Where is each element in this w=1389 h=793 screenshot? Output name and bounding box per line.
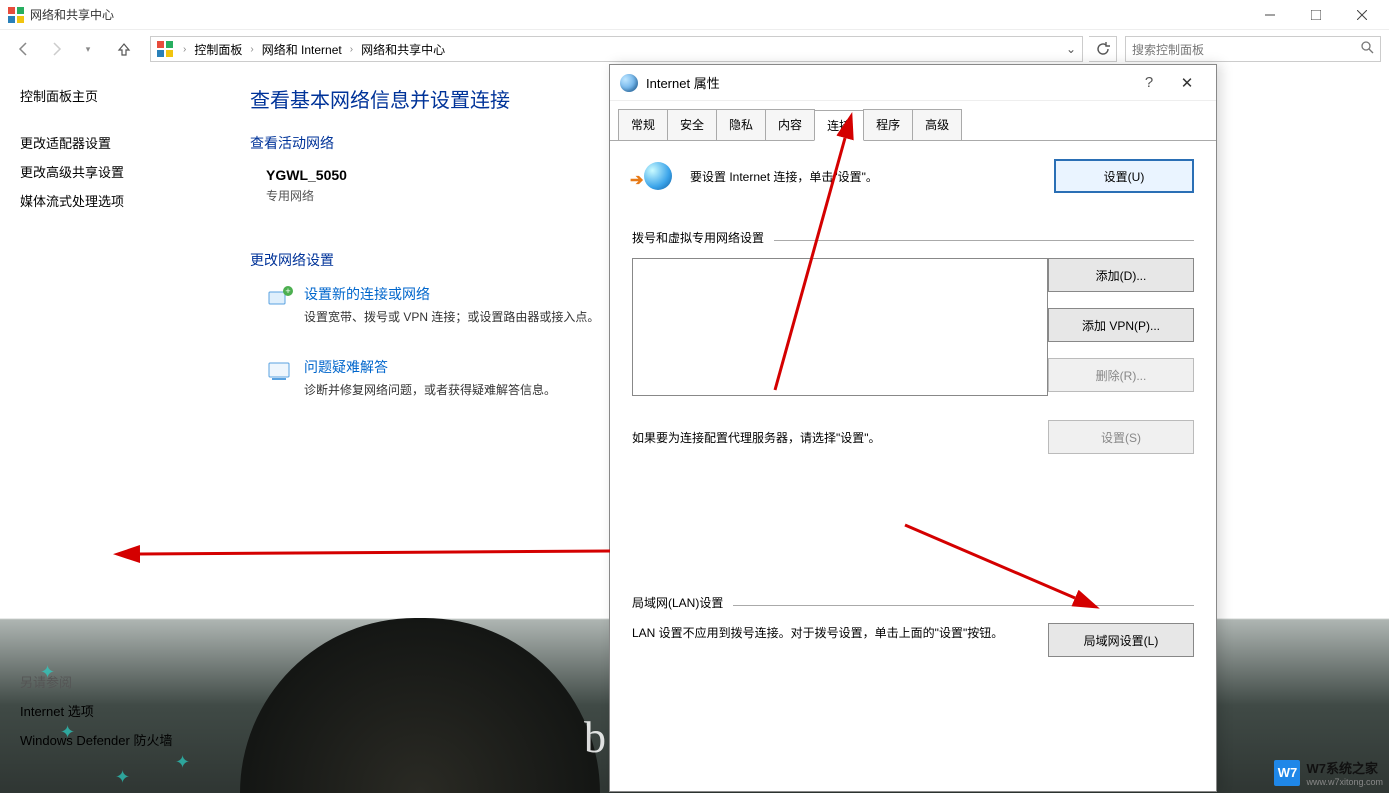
proxy-text: 如果要为连接配置代理服务器，请选择"设置"。 xyxy=(632,429,1048,446)
close-button[interactable] xyxy=(1339,0,1385,30)
control-panel-home-link[interactable]: 控制面板主页 xyxy=(20,86,220,105)
search-box[interactable]: 搜索控制面板 xyxy=(1125,36,1381,62)
dialup-group-label: 拨号和虚拟专用网络设置 xyxy=(632,229,764,246)
tab-advanced[interactable]: 高级 xyxy=(912,109,962,140)
nav-back-button[interactable] xyxy=(8,34,40,64)
search-icon xyxy=(1361,41,1374,57)
troubleshoot-icon xyxy=(266,357,294,385)
watermark: W7 W7系统之家 www.w7xitong.com xyxy=(1274,758,1383,787)
tab-connections[interactable]: 连接 xyxy=(814,110,864,141)
setup-connection-link[interactable]: 设置新的连接或网络 xyxy=(304,284,599,304)
nav-forward-button[interactable] xyxy=(40,34,72,64)
sidebar-adapter-settings[interactable]: 更改适配器设置 xyxy=(20,133,220,152)
lan-text: LAN 设置不应用到拨号连接。对于拨号设置，单击上面的"设置"按钮。 xyxy=(632,623,1048,657)
sidebar-internet-options-label: Internet 选项 xyxy=(20,701,94,720)
dialup-listbox[interactable] xyxy=(632,258,1048,396)
search-placeholder: 搜索控制面板 xyxy=(1132,41,1361,58)
settings-button: 设置(S) xyxy=(1048,420,1194,454)
sidebar: 控制面板主页 更改适配器设置 更改高级共享设置 媒体流式处理选项 另请参阅 In… xyxy=(0,68,240,793)
tab-row: 常规 安全 隐私 内容 连接 程序 高级 xyxy=(610,101,1216,141)
lan-settings-button[interactable]: 局域网设置(L) xyxy=(1048,623,1194,657)
breadcrumb-sep: › xyxy=(344,44,359,55)
breadcrumb-sep: › xyxy=(244,44,259,55)
minimize-button[interactable] xyxy=(1247,0,1293,30)
divider xyxy=(733,605,1194,606)
tab-privacy[interactable]: 隐私 xyxy=(716,109,766,140)
see-also-label: 另请参阅 xyxy=(20,672,220,691)
setup-button[interactable]: 设置(U) xyxy=(1054,159,1194,193)
add-vpn-button[interactable]: 添加 VPN(P)... xyxy=(1048,308,1194,342)
dialog-title: Internet 属性 xyxy=(646,73,720,92)
nav-up-button[interactable] xyxy=(108,34,140,64)
divider xyxy=(774,240,1194,241)
add-button[interactable]: 添加(D)... xyxy=(1048,258,1194,292)
breadcrumb-dropdown[interactable]: ⌄ xyxy=(1062,37,1080,61)
titlebar: 网络和共享中心 xyxy=(0,0,1389,30)
maximize-button[interactable] xyxy=(1293,0,1339,30)
troubleshoot-link[interactable]: 问题疑难解答 xyxy=(304,357,556,377)
setup-connection-desc: 设置宽带、拨号或 VPN 连接；或设置路由器或接入点。 xyxy=(304,308,599,325)
lan-group-label: 局域网(LAN)设置 xyxy=(632,594,723,611)
tab-general[interactable]: 常规 xyxy=(618,109,668,140)
setup-connection-icon: + xyxy=(266,284,294,312)
globe-icon xyxy=(620,74,638,92)
breadcrumb-item-0[interactable]: 控制面板 xyxy=(192,41,244,58)
watermark-url: www.w7xitong.com xyxy=(1306,777,1383,787)
control-panel-icon xyxy=(8,7,24,23)
control-panel-icon xyxy=(157,41,173,57)
tab-security[interactable]: 安全 xyxy=(667,109,717,140)
breadcrumb[interactable]: › 控制面板 › 网络和 Internet › 网络和共享中心 ⌄ xyxy=(150,36,1083,62)
dialog-close-button[interactable]: ✕ xyxy=(1168,74,1206,92)
setup-text: 要设置 Internet 连接，单击"设置"。 xyxy=(690,168,1054,185)
svg-text:+: + xyxy=(285,286,290,296)
setup-globe-icon: ➔ xyxy=(644,162,672,190)
dialog-help-button[interactable]: ? xyxy=(1130,74,1168,91)
watermark-badge: W7 xyxy=(1274,760,1300,786)
watermark-brand: W7系统之家 xyxy=(1306,761,1378,776)
sidebar-internet-options[interactable]: Internet 选项 xyxy=(20,701,220,720)
tab-content[interactable]: 内容 xyxy=(765,109,815,140)
window-title: 网络和共享中心 xyxy=(30,6,114,23)
sidebar-defender-firewall[interactable]: Windows Defender 防火墙 xyxy=(20,730,220,749)
recent-dropdown[interactable]: ▾ xyxy=(72,34,104,64)
internet-properties-dialog: Internet 属性 ? ✕ 常规 安全 隐私 内容 连接 程序 高级 ➔ 要… xyxy=(609,64,1217,792)
troubleshoot-desc: 诊断并修复网络问题，或者获得疑难解答信息。 xyxy=(304,381,556,398)
sidebar-media-streaming[interactable]: 媒体流式处理选项 xyxy=(20,191,220,210)
refresh-button[interactable] xyxy=(1089,36,1117,62)
remove-button: 删除(R)... xyxy=(1048,358,1194,392)
arrow-icon: ➔ xyxy=(630,170,643,190)
sidebar-sharing-settings[interactable]: 更改高级共享设置 xyxy=(20,162,220,181)
navbar: ▾ › 控制面板 › 网络和 Internet › 网络和共享中心 ⌄ 搜索控制… xyxy=(0,30,1389,68)
breadcrumb-item-1[interactable]: 网络和 Internet xyxy=(260,41,344,58)
breadcrumb-item-2[interactable]: 网络和共享中心 xyxy=(359,41,447,58)
tab-programs[interactable]: 程序 xyxy=(863,109,913,140)
dialog-titlebar: Internet 属性 ? ✕ xyxy=(610,65,1216,101)
breadcrumb-sep: › xyxy=(177,44,192,55)
